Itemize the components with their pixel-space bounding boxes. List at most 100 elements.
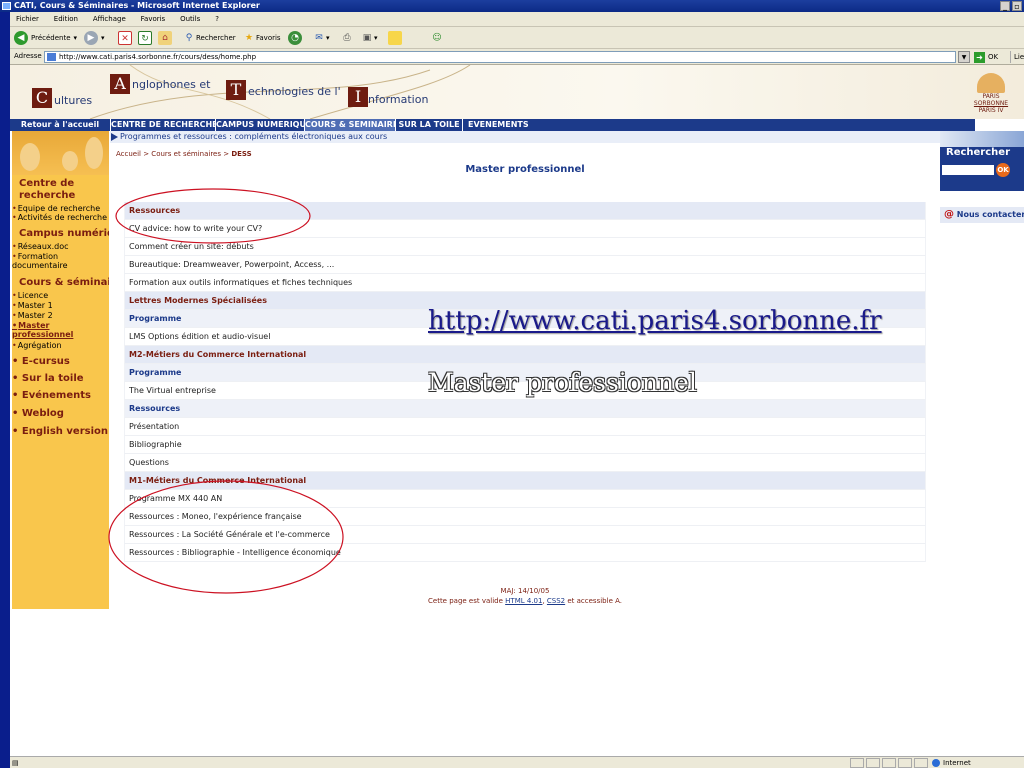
- section-header: M2-Métiers du Commerce International: [124, 346, 926, 364]
- sidebar-weblog-label: Weblog: [21, 408, 64, 419]
- breadcrumb-trail[interactable]: Accueil > Cours et séminaires >: [116, 150, 231, 158]
- sidebar-master1[interactable]: Master 1: [12, 301, 53, 310]
- left-sidebar: Centre de recherche Equipe de recherche …: [12, 131, 109, 609]
- address-dropdown-icon[interactable]: ▼: [958, 51, 970, 63]
- back-button[interactable]: ◀ Précédente ▾: [14, 30, 77, 46]
- sorbonne-dome-icon: [977, 73, 1005, 93]
- banner-decoration: [89, 65, 471, 119]
- section-header: Ressources: [124, 202, 926, 220]
- folder-button[interactable]: [388, 30, 402, 46]
- sidebar-toile[interactable]: • Sur la toile: [12, 373, 84, 385]
- sidebar-cours-title[interactable]: Cours & séminaires: [19, 277, 109, 289]
- musicians-silhouette-icon: [20, 137, 103, 171]
- list-item[interactable]: Ressources : Moneo, l'expérience françai…: [124, 508, 926, 526]
- go-button[interactable]: ➜ OK: [974, 51, 998, 63]
- sidebar-master2[interactable]: Master 2: [12, 311, 53, 320]
- subnav-text: Programmes et ressources : compléments é…: [120, 132, 388, 141]
- restore-icon[interactable]: ▫: [1012, 1, 1022, 11]
- sidebar-licence[interactable]: Licence: [12, 291, 48, 300]
- sidebar-ecursus[interactable]: • E-cursus: [12, 356, 70, 368]
- sorbonne-logo-top: PARIS: [982, 93, 1000, 100]
- edit-button[interactable]: ▣ ▾: [360, 30, 378, 46]
- css-valid-link[interactable]: CSS2: [547, 597, 565, 605]
- banner-letter-a: A: [110, 74, 130, 94]
- menu-help[interactable]: ?: [209, 12, 225, 27]
- right-panel: Rechercher OK @ Nous contacter: [940, 131, 1024, 231]
- list-item[interactable]: CV advice: how to write your CV?: [124, 220, 926, 238]
- breadcrumb: Accueil > Cours et séminaires > DESS: [116, 150, 252, 158]
- arrow-right-icon: [111, 133, 118, 141]
- menu-affichage[interactable]: Affichage: [87, 12, 132, 27]
- site-search-input[interactable]: [942, 165, 994, 175]
- history-icon: ◔: [288, 31, 302, 45]
- print-button[interactable]: ⎙: [340, 30, 354, 46]
- list-item[interactable]: Programme MX 440 AN: [124, 490, 926, 508]
- messenger-button[interactable]: ☺: [430, 30, 444, 46]
- favorites-button[interactable]: ★ Favoris: [242, 30, 281, 46]
- nav-campus-numerique[interactable]: CAMPUS NUMERIQUE: [216, 119, 311, 131]
- back-arrow-icon: ◀: [14, 31, 28, 45]
- window-title: CATI, Cours & Séminaires - Microsoft Int…: [14, 1, 260, 10]
- sidebar-evenements[interactable]: • Evénements: [12, 390, 91, 402]
- refresh-button[interactable]: ↻: [138, 30, 152, 46]
- overlay-url-link[interactable]: http://www.cati.paris4.sorbonne.fr: [428, 306, 882, 336]
- list-item[interactable]: Comment créer un site: débuts: [124, 238, 926, 256]
- address-bar: Adresse http://www.cati.paris4.sorbonne.…: [10, 49, 1024, 65]
- status-segment: [914, 758, 928, 768]
- html-valid-link[interactable]: HTML 4.01: [505, 597, 542, 605]
- breadcrumb-current: DESS: [231, 150, 252, 158]
- sidebar-weblog[interactable]: • Weblog: [12, 408, 64, 420]
- search-ok-button[interactable]: OK: [996, 163, 1010, 177]
- sorbonne-logo[interactable]: PARIS SORBONNE PARIS IV: [968, 73, 1014, 114]
- forward-dropdown-icon[interactable]: ▾: [101, 34, 105, 42]
- page-title: Master professionnel: [465, 164, 585, 175]
- ie-icon: [2, 2, 11, 10]
- mail-button[interactable]: ✉ ▾: [312, 30, 330, 46]
- menu-fichier[interactable]: Fichier: [10, 12, 45, 27]
- history-button[interactable]: ◔: [288, 30, 305, 46]
- list-item[interactable]: Questions: [124, 454, 926, 472]
- sidebar-toile-label: Sur la toile: [21, 373, 84, 384]
- sidebar-activites[interactable]: Activités de recherche: [12, 213, 107, 222]
- banner-letter-i: I: [348, 87, 368, 107]
- sidebar-agregation[interactable]: Agrégation: [12, 341, 62, 350]
- nav-evenements[interactable]: EVENEMENTS: [463, 119, 975, 131]
- edit-dropdown-icon[interactable]: ▾: [374, 34, 378, 42]
- sidebar-ecursus-label: E-cursus: [21, 356, 70, 367]
- list-item[interactable]: Formation aux outils informatiques et fi…: [124, 274, 926, 292]
- list-item[interactable]: Présentation: [124, 418, 926, 436]
- nav-centre-recherche[interactable]: CENTRE DE RECHERCHE: [111, 119, 218, 131]
- menu-edition[interactable]: Edition: [48, 12, 84, 27]
- nav-cours-seminaires[interactable]: COURS & SEMINAIRES: [305, 119, 404, 131]
- menu-favoris[interactable]: Favoris: [135, 12, 172, 27]
- refresh-icon: ↻: [138, 31, 152, 45]
- links-button[interactable]: Liens: [1010, 51, 1024, 63]
- list-item[interactable]: Bibliographie: [124, 436, 926, 454]
- list-item[interactable]: Bureautique: Dreamweaver, Powerpoint, Ac…: [124, 256, 926, 274]
- nav-home[interactable]: Retour à l'accueil: [10, 119, 110, 131]
- sidebar-formation[interactable]: Formation documentaire: [12, 252, 88, 270]
- sidebar-equipe[interactable]: Equipe de recherche: [12, 204, 100, 213]
- minimize-icon[interactable]: _: [1000, 1, 1010, 11]
- list-item[interactable]: Ressources : Bibliographie - Intelligenc…: [124, 544, 926, 562]
- back-dropdown-icon[interactable]: ▾: [74, 34, 78, 42]
- contact-link[interactable]: @ Nous contacter: [940, 207, 1024, 223]
- sidebar-centre-title[interactable]: Centre de recherche: [19, 178, 109, 202]
- sidebar-english[interactable]: • English version: [12, 426, 108, 438]
- sidebar-master-pro[interactable]: Master professionnel: [12, 321, 92, 339]
- messenger-icon: ☺: [432, 33, 442, 43]
- home-button[interactable]: ⌂: [158, 30, 172, 46]
- search-button[interactable]: ⚲ Rechercher: [182, 30, 236, 46]
- menu-outils[interactable]: Outils: [174, 12, 206, 27]
- forward-button[interactable]: ▶ ▾: [84, 30, 105, 46]
- address-input[interactable]: http://www.cati.paris4.sorbonne.fr/cours…: [44, 51, 956, 63]
- go-arrow-icon: ➜: [974, 51, 985, 63]
- list-item[interactable]: Ressources : La Société Générale et l'e-…: [124, 526, 926, 544]
- right-panel-decoration: [940, 131, 1024, 147]
- nav-sur-la-toile[interactable]: SUR LA TOILE: [396, 119, 462, 131]
- banner-letter-c: C: [32, 88, 52, 108]
- stop-button[interactable]: ✕: [118, 30, 132, 46]
- sidebar-campus-title[interactable]: Campus numérique: [19, 228, 109, 240]
- sidebar-reseaux[interactable]: Réseaux.doc: [12, 242, 69, 251]
- mail-dropdown-icon[interactable]: ▾: [326, 34, 330, 42]
